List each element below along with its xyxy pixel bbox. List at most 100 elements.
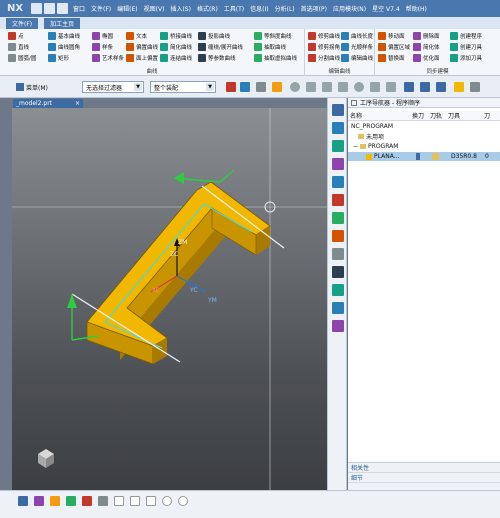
menu-help[interactable]: 帮助(H) bbox=[406, 4, 427, 13]
dependencies-panel[interactable]: 相关性 bbox=[348, 463, 500, 473]
optimize-face-button[interactable]: 优化面 bbox=[413, 53, 440, 62]
menu-tools[interactable]: 工具(T) bbox=[224, 4, 244, 13]
menu-format[interactable]: 格式(R) bbox=[197, 4, 218, 13]
column-name[interactable]: 名称 bbox=[348, 111, 410, 120]
bridge-curve-button[interactable]: 桥接曲线 bbox=[160, 31, 192, 40]
curve-fillet-button[interactable]: 曲线圆角 bbox=[48, 42, 80, 51]
arc-circle-button[interactable]: 圆弧/圆 bbox=[8, 53, 36, 62]
reuse-library-icon[interactable] bbox=[332, 194, 344, 206]
orient-icon[interactable] bbox=[178, 496, 188, 506]
simulate-icon[interactable] bbox=[162, 496, 172, 506]
control-point-icon[interactable] bbox=[322, 82, 332, 92]
tab-machining-home[interactable]: 加工主页 bbox=[44, 18, 81, 29]
delete-face-button[interactable]: 删除面 bbox=[413, 31, 440, 40]
view-triad-icon[interactable] bbox=[38, 449, 54, 468]
edit-curve-button[interactable]: 编辑曲线 bbox=[341, 53, 373, 62]
trim-corner-button[interactable]: 修剪拐角 bbox=[308, 42, 340, 51]
assembly-scope-dropdown[interactable]: 整个装配 ▼ bbox=[150, 81, 216, 93]
curve-length-button[interactable]: 曲线长度 bbox=[341, 31, 373, 40]
mid-point-icon[interactable] bbox=[306, 82, 316, 92]
shop-doc-icon[interactable] bbox=[146, 496, 156, 506]
save-icon[interactable] bbox=[31, 3, 42, 14]
palette-icon[interactable] bbox=[332, 284, 344, 296]
extract-curve-button[interactable]: 抽取曲线 bbox=[254, 42, 297, 51]
part-navigator-icon[interactable] bbox=[332, 158, 344, 170]
move-face-button[interactable]: 移动面 bbox=[378, 31, 410, 40]
menu-view[interactable]: 视图(V) bbox=[144, 4, 165, 13]
isoparametric-curve-button[interactable]: 等参数曲线 bbox=[198, 53, 243, 62]
line-button[interactable]: 直线 bbox=[8, 42, 36, 51]
menu-analysis[interactable]: 分析(L) bbox=[275, 4, 295, 13]
select-icon[interactable] bbox=[226, 82, 236, 92]
replace-face-button[interactable]: 替换面 bbox=[378, 53, 410, 62]
menu-insert[interactable]: 插入(S) bbox=[170, 4, 191, 13]
operation-navigator-icon[interactable] bbox=[332, 122, 344, 134]
existing-point-icon[interactable] bbox=[386, 82, 396, 92]
roles-icon[interactable] bbox=[332, 248, 344, 260]
smooth-spline-button[interactable]: 光顺样条 bbox=[341, 42, 373, 51]
menu-application[interactable]: 应用模块(N) bbox=[333, 4, 366, 13]
project-curve-button[interactable]: 投影曲线 bbox=[198, 31, 243, 40]
pin-checkbox[interactable] bbox=[351, 99, 357, 106]
fit-view-icon[interactable] bbox=[404, 82, 414, 92]
offset-region-button[interactable]: 偏置区域 bbox=[378, 42, 410, 51]
menu-preferences[interactable]: 首选项(P) bbox=[301, 4, 327, 13]
isocline-curve-button[interactable]: 等斜度曲线 bbox=[254, 31, 297, 40]
tree-row-operation[interactable]: PLANA... D35R0.8 0 bbox=[348, 152, 500, 161]
show-tool-icon[interactable] bbox=[18, 496, 28, 506]
system-materials-icon[interactable] bbox=[332, 230, 344, 242]
menu-file[interactable]: 文件(F) bbox=[91, 4, 111, 13]
close-icon[interactable]: × bbox=[75, 100, 80, 107]
column-path[interactable]: 刀轨 bbox=[428, 111, 446, 120]
menu-xingkong[interactable]: 星空 V7.4 bbox=[372, 4, 400, 13]
spline-button[interactable]: 样条 bbox=[92, 42, 124, 51]
document-tab[interactable]: _model2.prt × bbox=[13, 99, 83, 108]
geometry-view-icon[interactable] bbox=[34, 496, 44, 506]
part-body[interactable] bbox=[86, 181, 271, 365]
column-tool-change[interactable]: 换刀 bbox=[410, 111, 428, 120]
tree-row-unused[interactable]: 未用项 bbox=[348, 132, 500, 141]
offset-curve-button[interactable]: 偏置曲线 bbox=[126, 42, 158, 51]
ellipse-button[interactable]: 椭圆 bbox=[92, 31, 124, 40]
shaded-view-icon[interactable] bbox=[454, 82, 464, 92]
end-point-icon[interactable] bbox=[290, 82, 300, 92]
column-extra[interactable]: 刀 bbox=[482, 111, 496, 120]
select-all-icon[interactable] bbox=[240, 82, 250, 92]
web-browser-icon[interactable] bbox=[332, 266, 344, 278]
extract-virtual-curve-button[interactable]: 抽取虚拟曲线 bbox=[254, 53, 297, 62]
program-view-icon[interactable] bbox=[66, 496, 76, 506]
deselect-icon[interactable] bbox=[256, 82, 266, 92]
menu-edit[interactable]: 编辑(E) bbox=[117, 4, 137, 13]
assembly-navigator-icon[interactable] bbox=[332, 176, 344, 188]
collapse-icon[interactable]: − bbox=[353, 143, 358, 150]
rectangle-button[interactable]: 矩形 bbox=[48, 53, 80, 62]
create-tool-button[interactable]: 创建刀具 bbox=[450, 42, 482, 51]
navigator-icon[interactable] bbox=[332, 104, 344, 116]
basic-curve-button[interactable]: 基本曲线 bbox=[48, 31, 80, 40]
machine-tool-icon[interactable] bbox=[332, 140, 344, 152]
snap-point-icon[interactable] bbox=[272, 82, 282, 92]
menu-info[interactable]: 信息(I) bbox=[250, 4, 268, 13]
verify-path-icon[interactable] bbox=[114, 496, 124, 506]
offset-in-face-button[interactable]: 面上偏置 bbox=[126, 53, 158, 62]
tab-file[interactable]: 文件(F) bbox=[6, 18, 39, 29]
tree-row-root[interactable]: NC_PROGRAM bbox=[348, 122, 500, 131]
intersection-icon[interactable] bbox=[338, 82, 348, 92]
replay-path-icon[interactable] bbox=[98, 496, 108, 506]
tool-library-icon[interactable] bbox=[332, 302, 344, 314]
simplify-body-button[interactable]: 简化体 bbox=[413, 42, 440, 51]
simplify-curve-button[interactable]: 简化曲线 bbox=[160, 42, 192, 51]
post-process-icon[interactable] bbox=[130, 496, 140, 506]
join-curve-button[interactable]: 连结曲线 bbox=[160, 53, 192, 62]
history-icon[interactable] bbox=[332, 212, 344, 224]
graphics-viewport[interactable]: ZM ZC XC YM YC bbox=[12, 108, 327, 490]
add-tool-button[interactable]: 添加刀具 bbox=[450, 53, 482, 62]
column-tool[interactable]: 刀具 bbox=[446, 111, 482, 120]
text-button[interactable]: 文本 bbox=[126, 31, 158, 40]
undo-icon[interactable] bbox=[44, 3, 55, 14]
trim-curve-button[interactable]: 修剪曲线 bbox=[308, 31, 340, 40]
selection-filter-dropdown[interactable]: 无选择过滤器 ▼ bbox=[82, 81, 144, 93]
create-program-button[interactable]: 创建程序 bbox=[450, 31, 482, 40]
divide-curve-button[interactable]: 分割曲线 bbox=[308, 53, 340, 62]
model-view[interactable]: ZM ZC XC YM YC bbox=[12, 108, 327, 490]
